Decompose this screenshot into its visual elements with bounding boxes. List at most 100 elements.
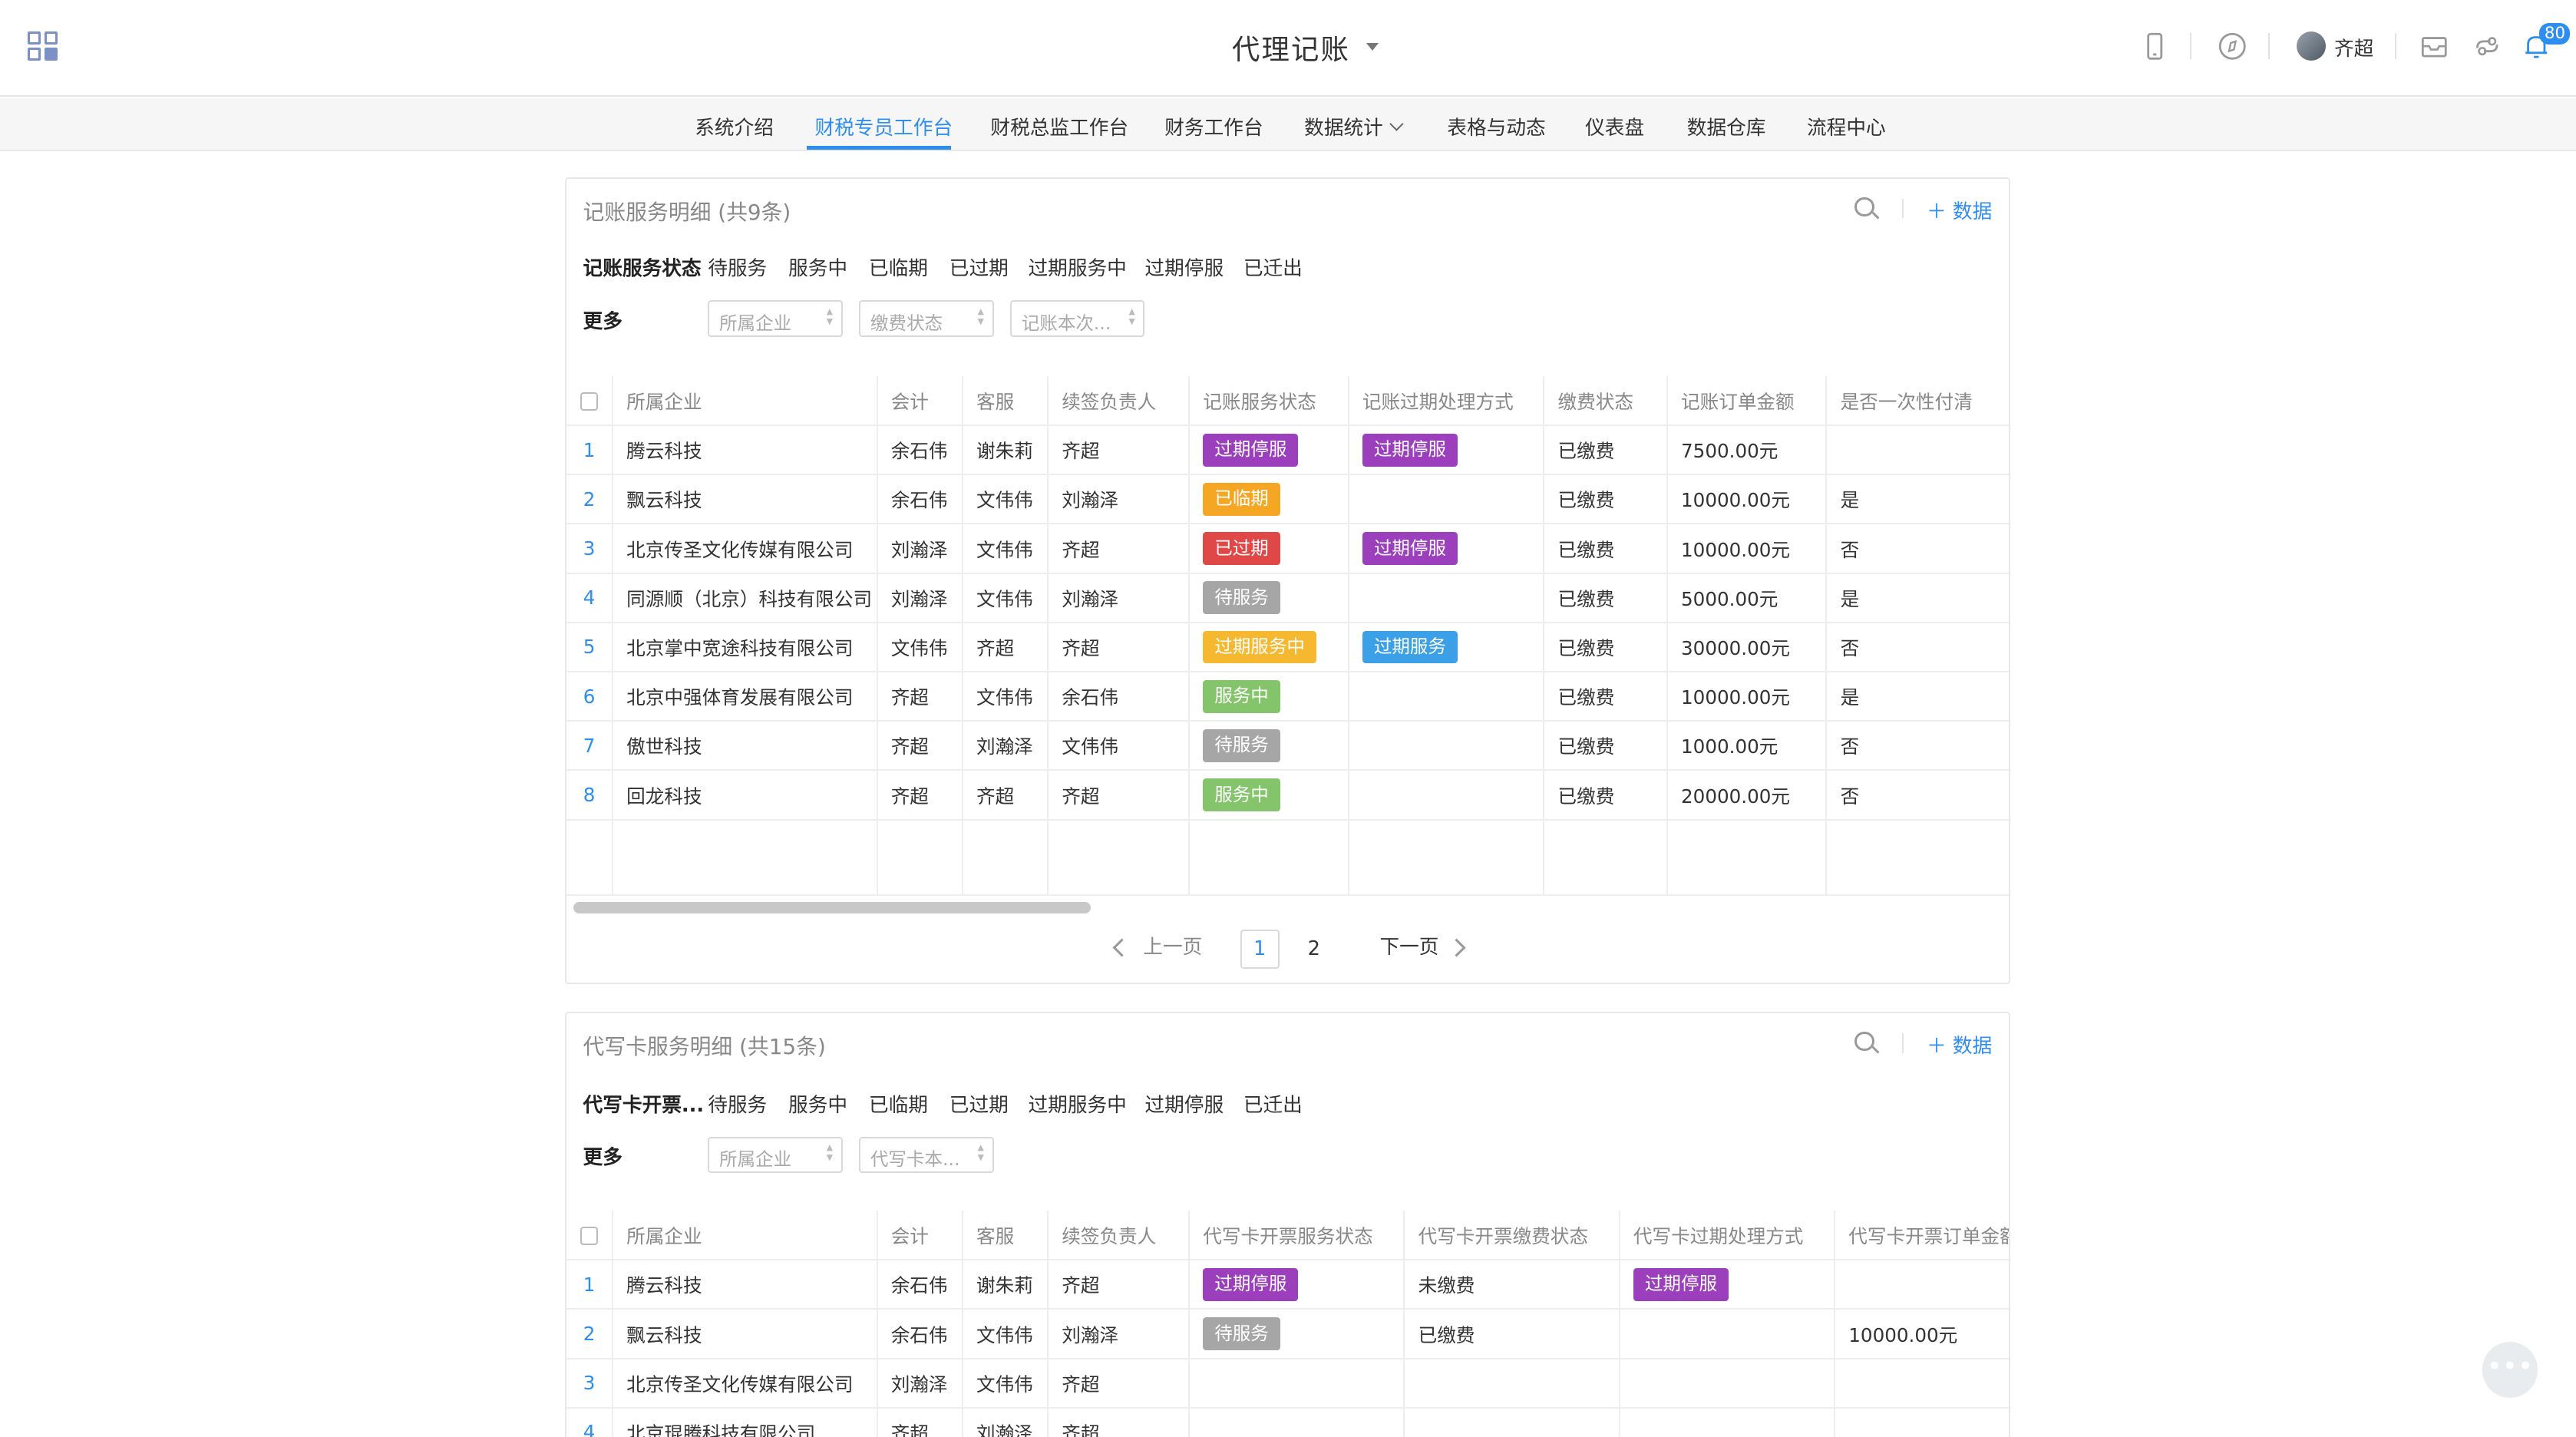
bookkeeping-period-select[interactable]: 记账本次... [1009,300,1145,337]
prev-page-button[interactable]: 上一页 [1143,931,1202,960]
table-row[interactable]: 3 北京传圣文化传媒有限公司 刘瀚泽 文伟伟 齐超 已过期 过期停服 已缴费 10000.00元… [566,524,2010,574]
page-button-2[interactable]: 2 [1294,930,1333,969]
table-cell: 傲世科技 [613,721,878,771]
row-index[interactable]: 5 [566,622,614,673]
horizontal-scrollbar[interactable] [573,901,1091,913]
column-header[interactable]: 会计 [877,1211,963,1261]
column-header[interactable]: 续签负责人 [1048,375,1191,427]
table-row[interactable]: 7 傲世科技 齐超 刘瀚泽 文伟伟 待服务 已缴费 1000.00元否 [566,721,2010,771]
status-tag: 过期停服 [1362,433,1458,467]
table-row[interactable]: 1 腾云科技 余石伟 谢朱莉 齐超 过期停服 过期停服 已缴费 7500.00元 [566,425,2010,476]
nav-item-dashboard[interactable]: 仪表盘 [1585,112,1644,140]
status-chip[interactable]: 已临期 [869,253,928,281]
status-chip[interactable]: 服务中 [788,1089,847,1118]
search-icon[interactable] [1854,197,1874,217]
column-header[interactable]: 代写卡开票订单金额 [1835,1211,2010,1261]
column-header[interactable]: 记账服务状态 [1189,375,1349,427]
status-chip[interactable]: 过期服务中 [1028,253,1126,281]
column-header[interactable]: 缴费状态 [1544,375,1668,427]
card-period-select[interactable]: 代写卡本... [859,1136,994,1173]
row-index[interactable]: 4 [566,573,614,623]
column-header[interactable]: 是否一次性付清 [1826,375,2010,427]
chevron-left-icon[interactable] [1112,938,1131,957]
column-header[interactable]: 续签负责人 [1048,1211,1191,1261]
inbox-icon[interactable] [2419,31,2449,61]
column-header[interactable]: 会计 [877,375,963,427]
column-header[interactable]: 代写卡开票服务状态 [1189,1211,1405,1261]
more-actions-button[interactable]: ••• [2482,1342,2538,1399]
payment-status-select[interactable]: 缴费状态 [859,300,994,337]
row-index[interactable]: 2 [566,474,614,525]
avatar[interactable] [2296,31,2327,61]
more-filters-label: 更多 [583,1146,623,1170]
select-all-checkbox[interactable] [566,1211,614,1261]
column-header[interactable]: 客服 [962,1211,1049,1261]
column-header[interactable]: 代写卡过期处理方式 [1619,1211,1836,1261]
search-icon[interactable] [1854,1031,1874,1052]
status-chip[interactable]: 已迁出 [1243,1089,1303,1118]
chevron-down-icon[interactable] [1366,42,1379,51]
nav-item-finance[interactable]: 财务工作台 [1164,112,1263,140]
link-icon[interactable] [2472,31,2502,61]
row-index[interactable]: 3 [566,1358,614,1409]
column-header[interactable]: 记账订单金额 [1666,375,1828,427]
table-cell: 待服务 [1189,721,1349,771]
column-header[interactable]: 所属企业 [613,1211,878,1261]
row-index[interactable]: 1 [566,425,614,476]
table-row[interactable]: 4 北京琨腾科技有限公司 齐超 刘瀚泽 齐超 [566,1407,2010,1437]
compass-icon[interactable] [2218,31,2247,61]
column-header[interactable]: 代写卡开票缴费状态 [1404,1211,1620,1261]
column-header[interactable]: 记账过期处理方式 [1348,375,1545,427]
table-row[interactable]: 2 飘云科技 余石伟 文伟伟 刘瀚泽 已临期 已缴费 10000.00元是 [566,474,2010,525]
status-chip[interactable]: 待服务 [708,253,767,281]
nav-item-statistics[interactable]: 数据统计 [1304,112,1404,140]
company-select[interactable]: 所属企业 [708,1136,843,1173]
page-button-1[interactable]: 1 [1240,930,1280,970]
nav-item-intro[interactable]: 系统介绍 [695,112,774,140]
add-data-button[interactable]: ＋ 数据 [1927,196,1992,224]
select-all-checkbox[interactable] [566,375,614,427]
table-cell [1666,819,1828,897]
status-chip[interactable]: 已临期 [869,1089,928,1118]
nav-item-tax-director[interactable]: 财税总监工作台 [990,112,1128,140]
row-index[interactable]: 8 [566,770,614,821]
status-chip[interactable]: 已过期 [949,1089,1009,1118]
row-index[interactable]: 4 [566,1407,614,1437]
next-page-button[interactable]: 下一页 [1379,931,1438,960]
status-chip[interactable]: 过期服务中 [1028,1089,1126,1118]
checkbox-icon[interactable] [580,392,599,411]
add-data-button[interactable]: ＋ 数据 [1927,1030,1992,1059]
company-select[interactable]: 所属企业 [708,300,843,337]
nav-item-workflow[interactable]: 流程中心 [1807,112,1886,140]
status-chip[interactable]: 已迁出 [1243,253,1303,281]
status-chip[interactable]: 待服务 [708,1089,767,1118]
row-index[interactable]: 7 [566,721,614,771]
table-row[interactable]: 3 北京传圣文化传媒有限公司 刘瀚泽 文伟伟 齐超 [566,1358,2010,1409]
status-chip[interactable]: 过期停服 [1144,253,1224,281]
status-chip[interactable]: 过期停服 [1144,1089,1224,1118]
table-cell [1348,770,1545,821]
table-row[interactable]: 6 北京中强体育发展有限公司 齐超 文伟伟 余石伟 服务中 已缴费 10000.00元是 [566,672,2010,722]
row-index[interactable]: 1 [566,1260,614,1310]
table-row[interactable]: 5 北京掌中宽途科技有限公司 文伟伟 齐超 齐超 过期服务中 过期服务 已缴费 30000.00… [566,622,2010,673]
nav-item-tax-specialist[interactable]: 财税专员工作台 [814,112,953,140]
column-header[interactable]: 客服 [962,375,1049,427]
table-row[interactable]: 2 飘云科技 余石伟 文伟伟 刘瀚泽 待服务 已缴费 10000.00元 [566,1309,2010,1359]
column-header[interactable]: 所属企业 [613,375,878,427]
row-index[interactable]: 3 [566,524,614,574]
table-row[interactable]: 4 同源顺（北京）科技有限公司 刘瀚泽 文伟伟 刘瀚泽 待服务 已缴费 5000.00元是 [566,573,2010,623]
status-chip[interactable]: 服务中 [788,253,847,281]
table-row[interactable]: 8 回龙科技 齐超 齐超 齐超 服务中 已缴费 20000.00元否 [566,770,2010,821]
row-index[interactable]: 2 [566,1309,614,1359]
checkbox-icon[interactable] [580,1227,599,1245]
table-row[interactable]: 1 腾云科技 余石伟 谢朱莉 齐超 过期停服 未缴费 过期停服 [566,1260,2010,1310]
user-name[interactable]: 齐超 [2334,33,2373,61]
app-title[interactable]: 代理记账 [1232,28,1350,68]
row-index[interactable]: 6 [566,672,614,722]
status-chip[interactable]: 已过期 [949,253,1009,281]
mobile-icon[interactable] [2140,31,2170,61]
chevron-right-icon[interactable] [1447,938,1467,957]
nav-item-tables[interactable]: 表格与动态 [1447,112,1545,140]
nav-item-warehouse[interactable]: 数据仓库 [1687,112,1766,140]
app-grid-icon[interactable] [28,31,59,63]
